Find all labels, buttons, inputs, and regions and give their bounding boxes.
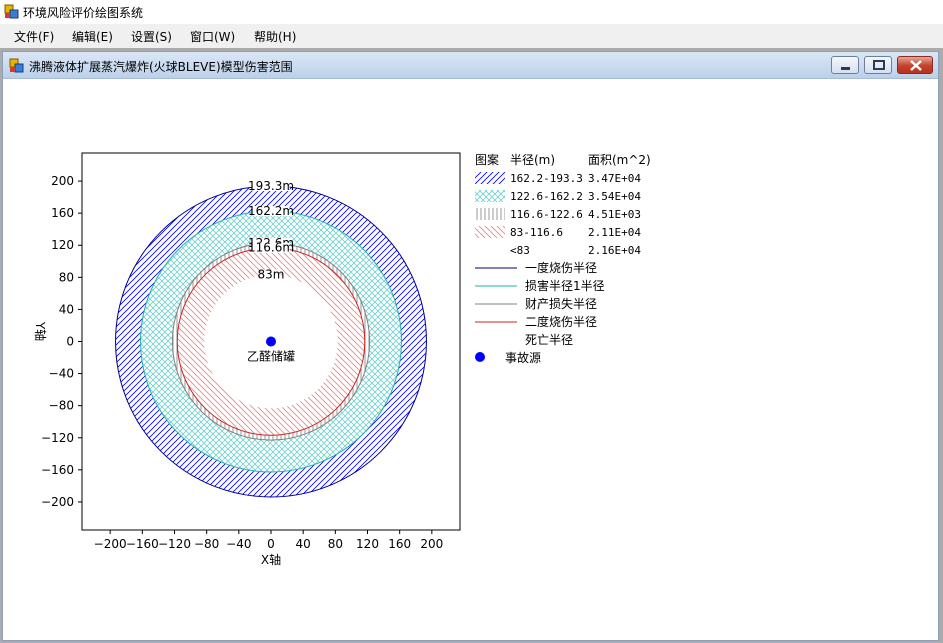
legend-line-label-4: 死亡半径 [525, 333, 573, 347]
x-tick-label-2: −120 [158, 537, 191, 551]
app-titlebar: 环境风险评价绘图系统 [0, 0, 943, 24]
legend-swatch-1 [475, 190, 505, 202]
minimize-icon [841, 67, 850, 70]
legend-swatch-0 [475, 172, 505, 184]
app-title: 环境风险评价绘图系统 [23, 6, 144, 20]
close-icon [910, 60, 922, 71]
legend-line-label-3: 二度烧伤半径 [525, 314, 597, 329]
legend-line-label-1: 损害半径1半径 [525, 278, 605, 293]
legend-line-label-2: 财产损失半径 [525, 296, 597, 311]
chart-canvas: 193.3m162.2m122.6m116.6m83m−200−160−120−… [3, 80, 938, 640]
legend-area-0: 3.47E+04 [588, 172, 641, 185]
y-tick-label-8: −120 [41, 431, 74, 445]
legend-area-2: 4.51E+03 [588, 208, 641, 221]
menu-file[interactable]: 文件(F) [14, 28, 54, 45]
accident-source-point [266, 336, 276, 347]
menu-help[interactable]: 帮助(H) [254, 28, 296, 45]
menu-window[interactable]: 窗口(W) [190, 28, 235, 45]
y-tick-label-2: 120 [51, 238, 74, 252]
legend-header-pattern: 图案 [475, 152, 499, 167]
close-button[interactable] [897, 56, 933, 74]
legend-range-2: 116.6-122.6 [510, 208, 583, 221]
x-tick-label-7: 80 [328, 537, 343, 551]
child-window: 沸腾液体扩展蒸汽爆炸(火球BLEVE)模型伤害范围 193.3m 162.2m … [2, 51, 939, 641]
x-axis-label: X轴 [261, 552, 281, 567]
menubar: 文件(F) 编辑(E) 设置(S) 窗口(W) 帮助(H) [0, 24, 943, 48]
legend-swatch-2 [475, 208, 505, 220]
menu-edit[interactable]: 编辑(E) [72, 28, 113, 45]
legend-header-area: 面积(m^2) [588, 153, 651, 167]
legend-range-4: <83 [510, 244, 530, 257]
x-tick-label-9: 160 [388, 537, 411, 551]
legend-line-label-0: 一度烧伤半径 [525, 260, 597, 275]
menu-settings[interactable]: 设置(S) [131, 28, 172, 45]
x-tick-label-6: 40 [296, 537, 311, 551]
legend-area-4: 2.16E+04 [588, 244, 641, 257]
legend-range-1: 122.6-162.2 [510, 190, 583, 203]
x-tick-label-0: −200 [94, 537, 127, 551]
legend-source-marker [475, 352, 485, 362]
restore-icon [873, 60, 885, 70]
radius-label-4: 83m [258, 268, 285, 282]
plot-area: 193.3m162.2m122.6m116.6m83m−200−160−120−… [33, 152, 461, 567]
app-icon [4, 4, 19, 19]
legend-swatch-3 [475, 226, 505, 238]
x-tick-label-1: −160 [126, 537, 159, 551]
legend-source-label: 事故源 [505, 350, 541, 365]
y-tick-label-4: 40 [59, 302, 74, 316]
legend-area-1: 3.54E+04 [588, 190, 641, 203]
y-tick-label-6: −40 [49, 367, 74, 381]
source-label: 乙醛储罐 [247, 349, 295, 364]
x-tick-label-8: 120 [356, 537, 379, 551]
legend-header-radius: 半径(m) [510, 153, 555, 167]
radius-label-1: 162.2m [248, 204, 294, 218]
legend-area-3: 2.11E+04 [588, 226, 641, 239]
child-titlebar[interactable]: 沸腾液体扩展蒸汽爆炸(火球BLEVE)模型伤害范围 [3, 52, 938, 79]
y-tick-label-5: 0 [66, 335, 74, 349]
restore-button[interactable] [864, 56, 892, 74]
legend: 图案 半径(m) 面积(m^2) 162.2-193.3 3.47E+04 122.6-1… [475, 152, 651, 365]
radius-label-0: 193.3m [248, 179, 294, 193]
radius-label-3: 116.6m [248, 241, 294, 255]
x-tick-label-5: 0 [267, 537, 275, 551]
y-tick-label-9: −160 [41, 463, 74, 477]
child-window-icon [9, 58, 24, 73]
y-axis-label: Y轴 [33, 321, 48, 341]
y-tick-label-3: 80 [59, 270, 74, 284]
x-tick-label-4: −40 [226, 537, 251, 551]
y-tick-label-10: −200 [41, 495, 74, 509]
child-window-title: 沸腾液体扩展蒸汽爆炸(火球BLEVE)模型伤害范围 [29, 60, 293, 74]
chart-svg: 193.3m162.2m122.6m116.6m83m−200−160−120−… [33, 152, 651, 567]
y-tick-label-0: 200 [51, 174, 74, 188]
legend-range-0: 162.2-193.3 [510, 172, 583, 185]
y-tick-label-1: 160 [51, 206, 74, 220]
minimize-button[interactable] [831, 56, 859, 74]
legend-range-3: 83-116.6 [510, 226, 563, 239]
x-tick-label-3: −80 [194, 537, 219, 551]
x-tick-label-10: 200 [420, 537, 443, 551]
y-tick-label-7: −80 [49, 399, 74, 413]
